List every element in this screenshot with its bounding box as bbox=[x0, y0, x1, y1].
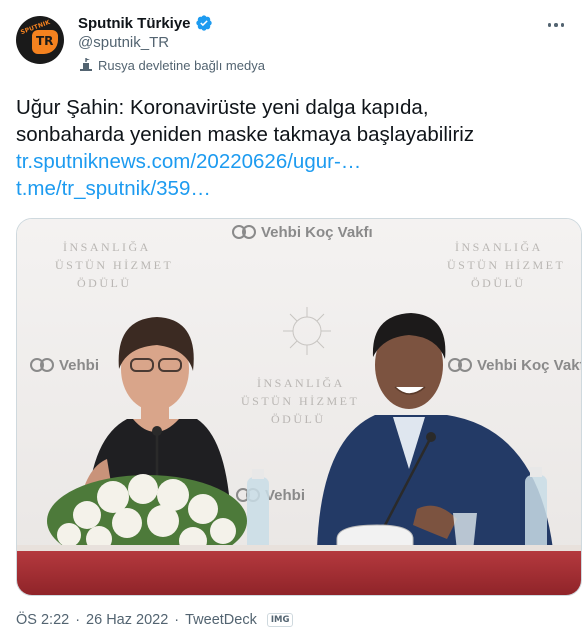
state-media-flag-icon bbox=[80, 58, 92, 71]
svg-text:Vehbi: Vehbi bbox=[59, 357, 99, 374]
tweet-link-2[interactable]: t.me/tr_sputnik/359… bbox=[16, 175, 572, 202]
tweet-text-line-1: Uğur Şahin: Koronavirüste yeni dalga kap… bbox=[16, 96, 429, 119]
display-name[interactable]: Sputnik Türkiye bbox=[78, 15, 191, 32]
svg-text:ÜSTÜN HİZMET: ÜSTÜN HİZMET bbox=[241, 394, 359, 408]
more-options-icon[interactable] bbox=[544, 16, 568, 34]
tweet-photo[interactable]: Vehbi Koç Vakfı İNSANLIĞA ÜSTÜN HİZMET Ö… bbox=[16, 218, 582, 596]
meta-separator: · bbox=[174, 612, 180, 628]
tweet-time[interactable]: ÖS 2:22 bbox=[16, 612, 69, 628]
svg-text:ÜSTÜN HİZMET: ÜSTÜN HİZMET bbox=[55, 258, 173, 272]
tweet-source[interactable]: TweetDeck bbox=[185, 612, 257, 628]
meta-separator: · bbox=[75, 612, 81, 628]
avatar-tr-text: TR bbox=[36, 34, 54, 48]
tweet-text: Uğur Şahin: Koronavirüste yeni dalga kap… bbox=[16, 94, 572, 202]
avatar[interactable]: SPUTNIK TR bbox=[16, 16, 64, 64]
svg-text:İNSANLIĞA: İNSANLIĞA bbox=[63, 240, 151, 254]
tweet-text-line-2: sonbaharda yeniden maske takmaya başlaya… bbox=[16, 123, 475, 146]
red-tablecloth bbox=[17, 549, 581, 595]
img-badge: IMG bbox=[266, 613, 294, 627]
verified-badge-icon bbox=[195, 15, 212, 31]
svg-text:ÜSTÜN HİZMET: ÜSTÜN HİZMET bbox=[447, 258, 565, 272]
svg-text:ÖDÜLÜ: ÖDÜLÜ bbox=[77, 276, 132, 290]
svg-text:ÖDÜLÜ: ÖDÜLÜ bbox=[271, 412, 326, 426]
svg-text:Vehbi: Vehbi bbox=[265, 487, 305, 504]
tweet-header: SPUTNIK TR Sputnik Türkiye @sputnik_TR R… bbox=[16, 12, 572, 80]
tweet-link-1[interactable]: tr.sputniknews.com/20220626/ugur-… bbox=[16, 148, 572, 175]
name-row: Sputnik Türkiye bbox=[78, 14, 213, 32]
svg-text:Vehbi Koç Vakfı: Vehbi Koç Vakfı bbox=[477, 357, 582, 374]
tweet-meta: ÖS 2:22 · 26 Haz 2022 · TweetDeck IMG bbox=[16, 612, 294, 628]
svg-text:İNSANLIĞA: İNSANLIĞA bbox=[455, 240, 543, 254]
account-handle[interactable]: @sputnik_TR bbox=[78, 34, 169, 51]
press-conference-photo: Vehbi Koç Vakfı İNSANLIĞA ÜSTÜN HİZMET Ö… bbox=[17, 219, 582, 595]
svg-text:Vehbi Koç Vakfı: Vehbi Koç Vakfı bbox=[261, 224, 373, 241]
svg-text:ÖDÜLÜ: ÖDÜLÜ bbox=[471, 276, 526, 290]
svg-text:İNSANLIĞA: İNSANLIĞA bbox=[257, 376, 345, 390]
state-media-label-text: Rusya devletine bağlı medya bbox=[98, 57, 265, 73]
state-media-label[interactable]: Rusya devletine bağlı medya bbox=[78, 57, 265, 73]
tweet-date[interactable]: 26 Haz 2022 bbox=[86, 612, 168, 628]
